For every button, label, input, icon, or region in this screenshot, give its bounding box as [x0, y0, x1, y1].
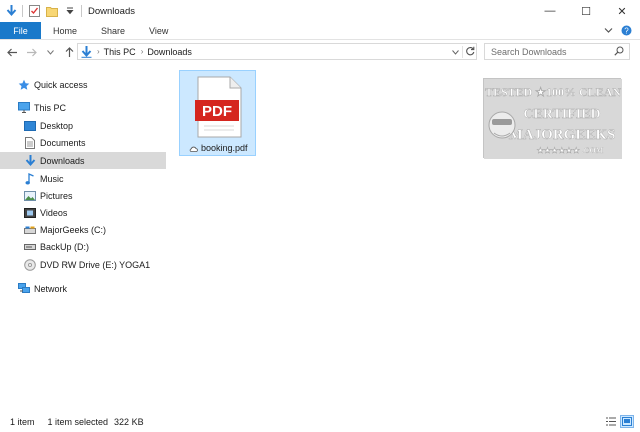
title-bar: Downloads — ☐ ✕: [0, 0, 640, 22]
refresh-icon[interactable]: [462, 45, 476, 58]
maximize-button[interactable]: ☐: [568, 0, 604, 22]
svg-text:?: ?: [624, 26, 629, 35]
down-arrow-icon[interactable]: [4, 4, 18, 18]
details-view-icon: [606, 417, 616, 426]
tab-view[interactable]: View: [137, 22, 180, 39]
sidebar-item-label: Pictures: [40, 190, 73, 201]
sidebar-item-music[interactable]: Music: [0, 170, 166, 187]
sidebar-item-label: MajorGeeks (C:): [40, 224, 107, 235]
forward-button[interactable]: [24, 45, 38, 59]
view-switcher: [604, 415, 634, 428]
tab-home[interactable]: Home: [41, 22, 89, 39]
sidebar-item-desktop[interactable]: Desktop: [0, 117, 166, 134]
search-input[interactable]: Search Downloads: [484, 43, 630, 60]
status-bar: 1 item 1 item selected 322 KB: [0, 412, 640, 432]
item-count: 1 item: [10, 417, 35, 427]
computer-icon: [18, 102, 30, 114]
drive-icon: [24, 241, 36, 253]
sidebar-item-pictures[interactable]: Pictures: [0, 187, 166, 204]
file-list: PDF booking.pdf TESTED ★100% CLEAN CERTI…: [170, 66, 640, 410]
sidebar-item-label: Desktop: [40, 120, 74, 131]
network-icon: [18, 283, 30, 295]
majorgeeks-watermark: TESTED ★100% CLEAN CERTIFIED MAJORGEEKS …: [483, 78, 622, 159]
quick-access-toolbar: Downloads: [0, 0, 135, 22]
sidebar-item-label: Documents: [40, 137, 86, 148]
downloads-location-icon: [81, 45, 92, 58]
large-icons-view-icon: [622, 417, 632, 426]
svg-text:CERTIFIED: CERTIFIED: [523, 107, 600, 122]
properties-icon[interactable]: [27, 4, 41, 18]
dvd-drive-icon: [24, 258, 36, 271]
address-bar-controls: [448, 44, 476, 59]
music-folder-icon: [24, 172, 36, 185]
pictures-folder-icon: [24, 190, 36, 202]
pdf-badge: PDF: [202, 103, 232, 120]
cloud-status-icon: [189, 144, 199, 154]
sidebar-item-label: Videos: [40, 207, 68, 218]
separator: [22, 5, 23, 17]
breadcrumb-separator: ›: [97, 47, 100, 56]
documents-folder-icon: [24, 136, 36, 149]
close-button[interactable]: ✕: [604, 0, 640, 22]
sidebar-item-this-pc[interactable]: This PC: [0, 99, 166, 116]
sidebar-item-drive-c[interactable]: MajorGeeks (C:): [0, 221, 166, 238]
selection-status: 1 item selected: [47, 417, 109, 427]
sidebar-item-label: Music: [40, 173, 64, 184]
window-controls: — ☐ ✕: [532, 0, 640, 22]
downloads-folder-icon: [24, 154, 36, 167]
star-icon: [18, 79, 30, 91]
navigation-pane: Quick access This PC Desktop Documents D…: [0, 70, 168, 410]
sidebar-item-label: BackUp (D:): [40, 241, 90, 252]
breadcrumb-downloads[interactable]: Downloads: [147, 47, 192, 57]
svg-text:TESTED ★100% CLEAN: TESTED ★100% CLEAN: [485, 85, 621, 99]
sidebar-item-videos[interactable]: Videos: [0, 204, 166, 221]
separator: [81, 5, 82, 17]
large-icons-view-button[interactable]: [620, 415, 634, 428]
expand-ribbon-icon[interactable]: [604, 26, 613, 36]
tab-share[interactable]: Share: [89, 22, 137, 39]
ribbon-tabs: File Home Share View ?: [0, 22, 640, 40]
recent-locations-icon[interactable]: [43, 45, 57, 59]
breadcrumb-separator: ›: [140, 47, 144, 56]
sidebar-item-downloads[interactable]: Downloads: [0, 152, 166, 169]
mascot-logo-icon: [488, 111, 516, 139]
sidebar-item-label: Quick access: [34, 79, 88, 90]
back-button[interactable]: [5, 45, 19, 59]
svg-text:★★★★★★ .COM: ★★★★★★ .COM: [537, 146, 604, 155]
sidebar-item-drive-d[interactable]: BackUp (D:): [0, 238, 166, 255]
sidebar-item-quick-access[interactable]: Quick access: [0, 76, 166, 93]
ribbon-right-controls: ?: [604, 22, 632, 40]
videos-folder-icon: [24, 207, 36, 219]
search-placeholder: Search Downloads: [491, 46, 567, 57]
help-icon[interactable]: ?: [621, 25, 632, 38]
desktop-folder-icon: [24, 120, 36, 132]
sidebar-item-label: Downloads: [40, 155, 85, 166]
file-name: booking.pdf: [200, 143, 248, 153]
window-title: Downloads: [88, 5, 135, 17]
sidebar-item-dvd-drive[interactable]: DVD RW Drive (E:) YOGA1: [0, 256, 166, 273]
details-view-button[interactable]: [604, 415, 618, 428]
new-folder-icon[interactable]: [45, 4, 59, 18]
selection-size: 322 KB: [114, 417, 144, 427]
file-item[interactable]: PDF booking.pdf: [179, 70, 256, 156]
drive-icon: [24, 224, 36, 236]
minimize-button[interactable]: —: [532, 0, 568, 22]
address-row: › This PC › Downloads Search Downloads: [0, 41, 640, 63]
file-name-row: booking.pdf: [180, 143, 257, 154]
address-dropdown-icon[interactable]: [448, 47, 462, 57]
sidebar-item-network[interactable]: Network: [0, 280, 166, 297]
up-button[interactable]: [62, 45, 76, 59]
breadcrumb-this-pc[interactable]: This PC: [104, 47, 136, 57]
sidebar-item-label: DVD RW Drive (E:) YOGA1: [40, 259, 151, 270]
pdf-file-icon: PDF: [195, 76, 242, 138]
tab-file[interactable]: File: [0, 22, 41, 39]
search-icon[interactable]: [614, 46, 624, 58]
customize-dropdown-icon[interactable]: [63, 4, 77, 18]
sidebar-item-label: Network: [34, 283, 68, 294]
svg-text:MAJORGEEKS: MAJORGEEKS: [509, 127, 616, 143]
sidebar-item-label: This PC: [34, 102, 67, 113]
address-bar[interactable]: › This PC › Downloads: [77, 43, 477, 60]
sidebar-item-documents[interactable]: Documents: [0, 134, 166, 151]
